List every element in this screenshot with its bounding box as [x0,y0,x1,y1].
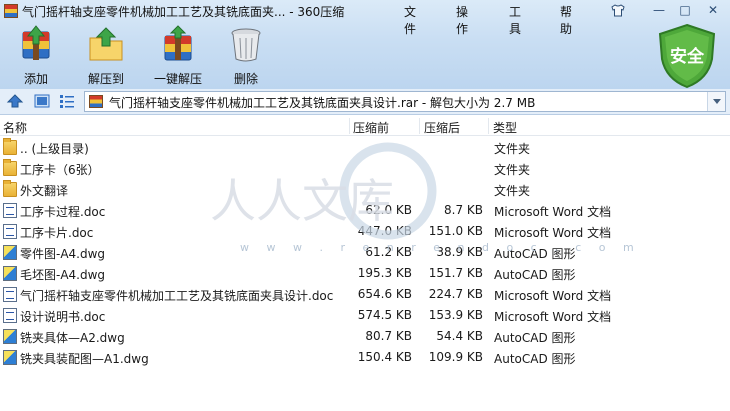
file-type: 文件夹 [494,163,531,177]
column-divider[interactable] [419,118,420,134]
file-name: 工序卡片.doc [20,226,94,240]
file-name: 工序卡过程.doc [20,205,106,219]
rar-archive-icon [89,95,103,108]
file-row[interactable]: 外文翻译 文件夹 [0,179,730,200]
file-packed-size: 224.7 KB [428,287,483,301]
window-chrome: 气门摇杆轴支座零件机械加工工艺及其铣底面夹... - 360压缩 文件 操作 工… [0,0,730,89]
file-row[interactable]: .. (上级目录) 文件夹 [0,137,730,158]
file-row[interactable]: 工序卡（6张） 文件夹 [0,158,730,179]
file-size: 447.0 KB [357,224,412,238]
file-name: 气门摇杆轴支座零件机械加工工艺及其铣底面夹具设计.doc [20,289,334,303]
skin-shirt-icon[interactable] [611,4,625,17]
file-packed-size: 8.7 KB [444,203,483,217]
file-type: AutoCAD 图形 [494,268,576,282]
extract-to-button[interactable]: 解压到 [84,24,128,87]
file-size: 80.7 KB [365,329,412,343]
maximize-button[interactable]: □ [677,3,693,17]
word-document-icon [3,203,17,218]
folder-icon [3,180,17,197]
file-type: Microsoft Word 文档 [494,310,612,324]
trash-bin-icon [231,28,261,62]
add-label: 添加 [23,72,48,86]
column-size-header[interactable]: 压缩前 [353,119,389,136]
folder-icon [3,159,17,176]
word-document-icon [3,287,17,302]
add-archive-icon [22,25,50,60]
file-list-header: 名称 压缩前 压缩后 类型 [0,116,730,136]
file-packed-size: 151.0 KB [428,224,483,238]
archive-path-text: 气门摇杆轴支座零件机械加工工艺及其铣底面夹具设计.rar - 解包大小为 2.7… [109,96,536,110]
file-type: Microsoft Word 文档 [494,289,612,303]
window-title: 气门摇杆轴支座零件机械加工工艺及其铣底面夹... - 360压缩 [22,5,345,19]
delete-label: 删除 [233,72,258,86]
title-bar: 气门摇杆轴支座零件机械加工工艺及其铣底面夹... - 360压缩 文件 操作 工… [0,0,730,36]
list-view-icon[interactable] [58,93,76,109]
file-row[interactable]: 气门摇杆轴支座零件机械加工工艺及其铣底面夹具设计.doc 654.6 KB 224.… [0,284,730,305]
minimize-button[interactable]: — [651,3,667,17]
word-document-icon [3,308,17,323]
folder-icon [3,138,17,155]
file-name: 外文翻译 [20,184,69,198]
delete-button[interactable]: 删除 [226,24,266,87]
file-size: 62.0 KB [365,203,412,217]
word-document-icon [3,224,17,239]
file-packed-size: 54.4 KB [436,329,483,343]
add-button[interactable]: 添加 [14,24,58,87]
archive-path-field[interactable]: 气门摇杆轴支座零件机械加工工艺及其铣底面夹具设计.rar - 解包大小为 2.7… [84,91,726,112]
address-bar: 气门摇杆轴支座零件机械加工工艺及其铣底面夹具设计.rar - 解包大小为 2.7… [0,89,730,115]
main-toolbar: 添加 解压到 一键解压 删除 [0,24,640,86]
close-button[interactable]: ✕ [705,3,721,17]
file-row[interactable]: 铣夹具体—A2.dwg 80.7 KB 54.4 KB AutoCAD 图形 [0,326,730,347]
one-click-extract-button[interactable]: 一键解压 [150,24,206,87]
file-row[interactable]: 零件图-A4.dwg 61.2 KB 38.9 KB AutoCAD 图形 [0,242,730,263]
file-name: 铣夹具体—A2.dwg [20,331,125,345]
path-dropdown-button[interactable] [707,92,725,111]
file-type: Microsoft Word 文档 [494,205,612,219]
file-name: .. (上级目录) [20,142,89,156]
file-packed-size: 151.7 KB [428,266,483,280]
file-size: 150.4 KB [357,350,412,364]
file-row[interactable]: 铣夹具装配图—A1.dwg 150.4 KB 109.9 KB AutoCAD 图形 [0,347,730,368]
file-packed-size: 38.9 KB [436,245,483,259]
archive-app-icon [4,4,18,18]
file-name: 工序卡（6张） [20,163,100,177]
autocad-drawing-icon [3,245,17,260]
file-packed-size: 109.9 KB [428,350,483,364]
file-size: 195.3 KB [357,266,412,280]
column-type-header[interactable]: 类型 [493,119,517,136]
file-size: 574.5 KB [357,308,412,322]
autocad-drawing-icon [3,266,17,281]
extract-to-label: 解压到 [87,72,124,86]
file-row[interactable]: 毛坯图-A4.dwg 195.3 KB 151.7 KB AutoCAD 图形 [0,263,730,284]
file-type: AutoCAD 图形 [494,247,576,261]
file-size: 654.6 KB [357,287,412,301]
autocad-drawing-icon [3,350,17,365]
file-type: AutoCAD 图形 [494,352,576,366]
file-type: 文件夹 [494,142,531,156]
security-shield-icon[interactable]: 安全 [656,23,718,89]
up-arrow-icon[interactable] [6,93,24,109]
extract-folder-icon [89,27,123,61]
file-name: 铣夹具装配图—A1.dwg [20,352,149,366]
file-size: 61.2 KB [365,245,412,259]
file-packed-size: 153.9 KB [428,308,483,322]
autocad-drawing-icon [3,329,17,344]
column-packed-header[interactable]: 压缩后 [424,119,460,136]
column-name-header[interactable]: 名称 [3,119,27,136]
file-name: 毛坯图-A4.dwg [20,268,106,282]
one-click-extract-label: 一键解压 [153,72,202,86]
one-click-extract-icon [164,25,192,61]
file-row[interactable]: 工序卡过程.doc 62.0 KB 8.7 KB Microsoft Word 文档 [0,200,730,221]
file-type: 文件夹 [494,184,531,198]
file-name: 设计说明书.doc [20,310,106,324]
file-type: Microsoft Word 文档 [494,226,612,240]
file-row[interactable]: 工序卡片.doc 447.0 KB 151.0 KB Microsoft Word 文… [0,221,730,242]
thumbnail-view-icon[interactable] [33,93,51,109]
column-divider[interactable] [488,118,489,134]
security-badge-text: 安全 [670,46,705,67]
file-name: 零件图-A4.dwg [20,247,106,261]
file-type: AutoCAD 图形 [494,331,576,345]
column-divider[interactable] [349,118,350,134]
file-row[interactable]: 设计说明书.doc 574.5 KB 153.9 KB Microsoft Word … [0,305,730,326]
